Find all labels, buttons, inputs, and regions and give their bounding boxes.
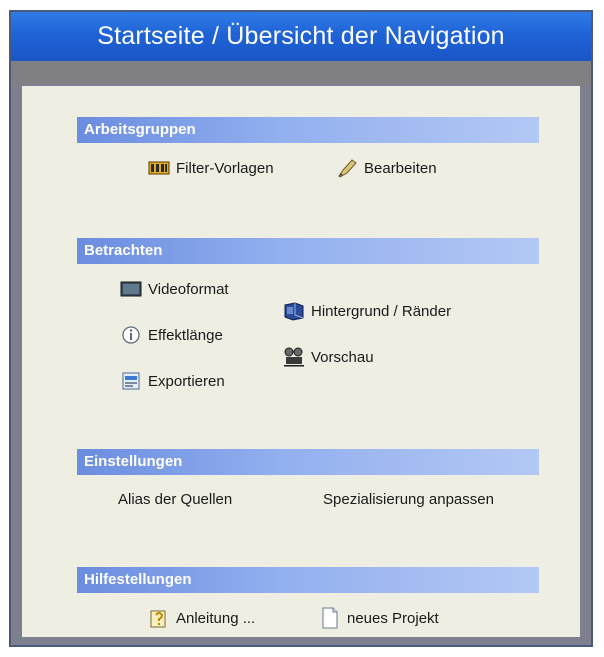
section-header-hilfestellungen: Hilfestellungen bbox=[77, 567, 539, 593]
anleitung-label: Anleitung ... bbox=[176, 609, 256, 627]
section-header-betrachten: Betrachten bbox=[77, 238, 539, 264]
window-frame: Startseite / Übersicht der Navigation Ar… bbox=[9, 10, 593, 647]
info-icon bbox=[120, 325, 142, 345]
section-header-arbeitsgruppen: Arbeitsgruppen bbox=[77, 117, 539, 143]
spezialisierung-anpassen-link[interactable]: Spezialisierung anpassen bbox=[323, 491, 494, 508]
videoformat-link[interactable]: Videoformat bbox=[120, 279, 229, 299]
filter-templates-link[interactable]: Filter-Vorlagen bbox=[148, 158, 274, 178]
videoformat-label: Videoformat bbox=[148, 280, 229, 298]
edit-link[interactable]: Bearbeiten bbox=[336, 158, 437, 178]
export-icon bbox=[120, 371, 142, 391]
anleitung-link[interactable]: Anleitung ... bbox=[148, 608, 255, 628]
title-bar: Startseite / Übersicht der Navigation bbox=[11, 12, 591, 61]
filter-templates-label: Filter-Vorlagen bbox=[176, 159, 274, 177]
filter-templates-icon bbox=[148, 158, 170, 178]
toolbar-band bbox=[11, 61, 591, 85]
edit-icon bbox=[336, 158, 358, 178]
effektlaenge-link[interactable]: Effektlänge bbox=[120, 325, 223, 345]
section-header-einstellungen: Einstellungen bbox=[77, 449, 539, 475]
exportieren-label: Exportieren bbox=[148, 372, 225, 390]
vorschau-label: Vorschau bbox=[311, 348, 374, 366]
help-icon bbox=[148, 608, 170, 628]
hintergrund-label: Hintergrund / Ränder bbox=[311, 302, 452, 320]
new-document-icon bbox=[319, 607, 341, 629]
neues-projekt-label: neues Projekt bbox=[347, 609, 439, 627]
window-title: Startseite / Übersicht der Navigation bbox=[97, 22, 505, 50]
navigation-panel: Arbeitsgruppen Filter-Vorlagen Bearbeite… bbox=[22, 86, 580, 637]
alias-der-quellen-link[interactable]: Alias der Quellen bbox=[118, 491, 232, 508]
neues-projekt-link[interactable]: neues Projekt bbox=[319, 607, 439, 629]
edit-label: Bearbeiten bbox=[364, 159, 437, 177]
vorschau-link[interactable]: Vorschau bbox=[283, 347, 374, 367]
background-icon bbox=[283, 301, 305, 321]
monitor-icon bbox=[120, 279, 142, 299]
exportieren-link[interactable]: Exportieren bbox=[120, 371, 225, 391]
projector-icon bbox=[283, 347, 305, 367]
hintergrund-link[interactable]: Hintergrund / Ränder bbox=[283, 301, 451, 321]
effektlaenge-label: Effektlänge bbox=[148, 326, 223, 344]
